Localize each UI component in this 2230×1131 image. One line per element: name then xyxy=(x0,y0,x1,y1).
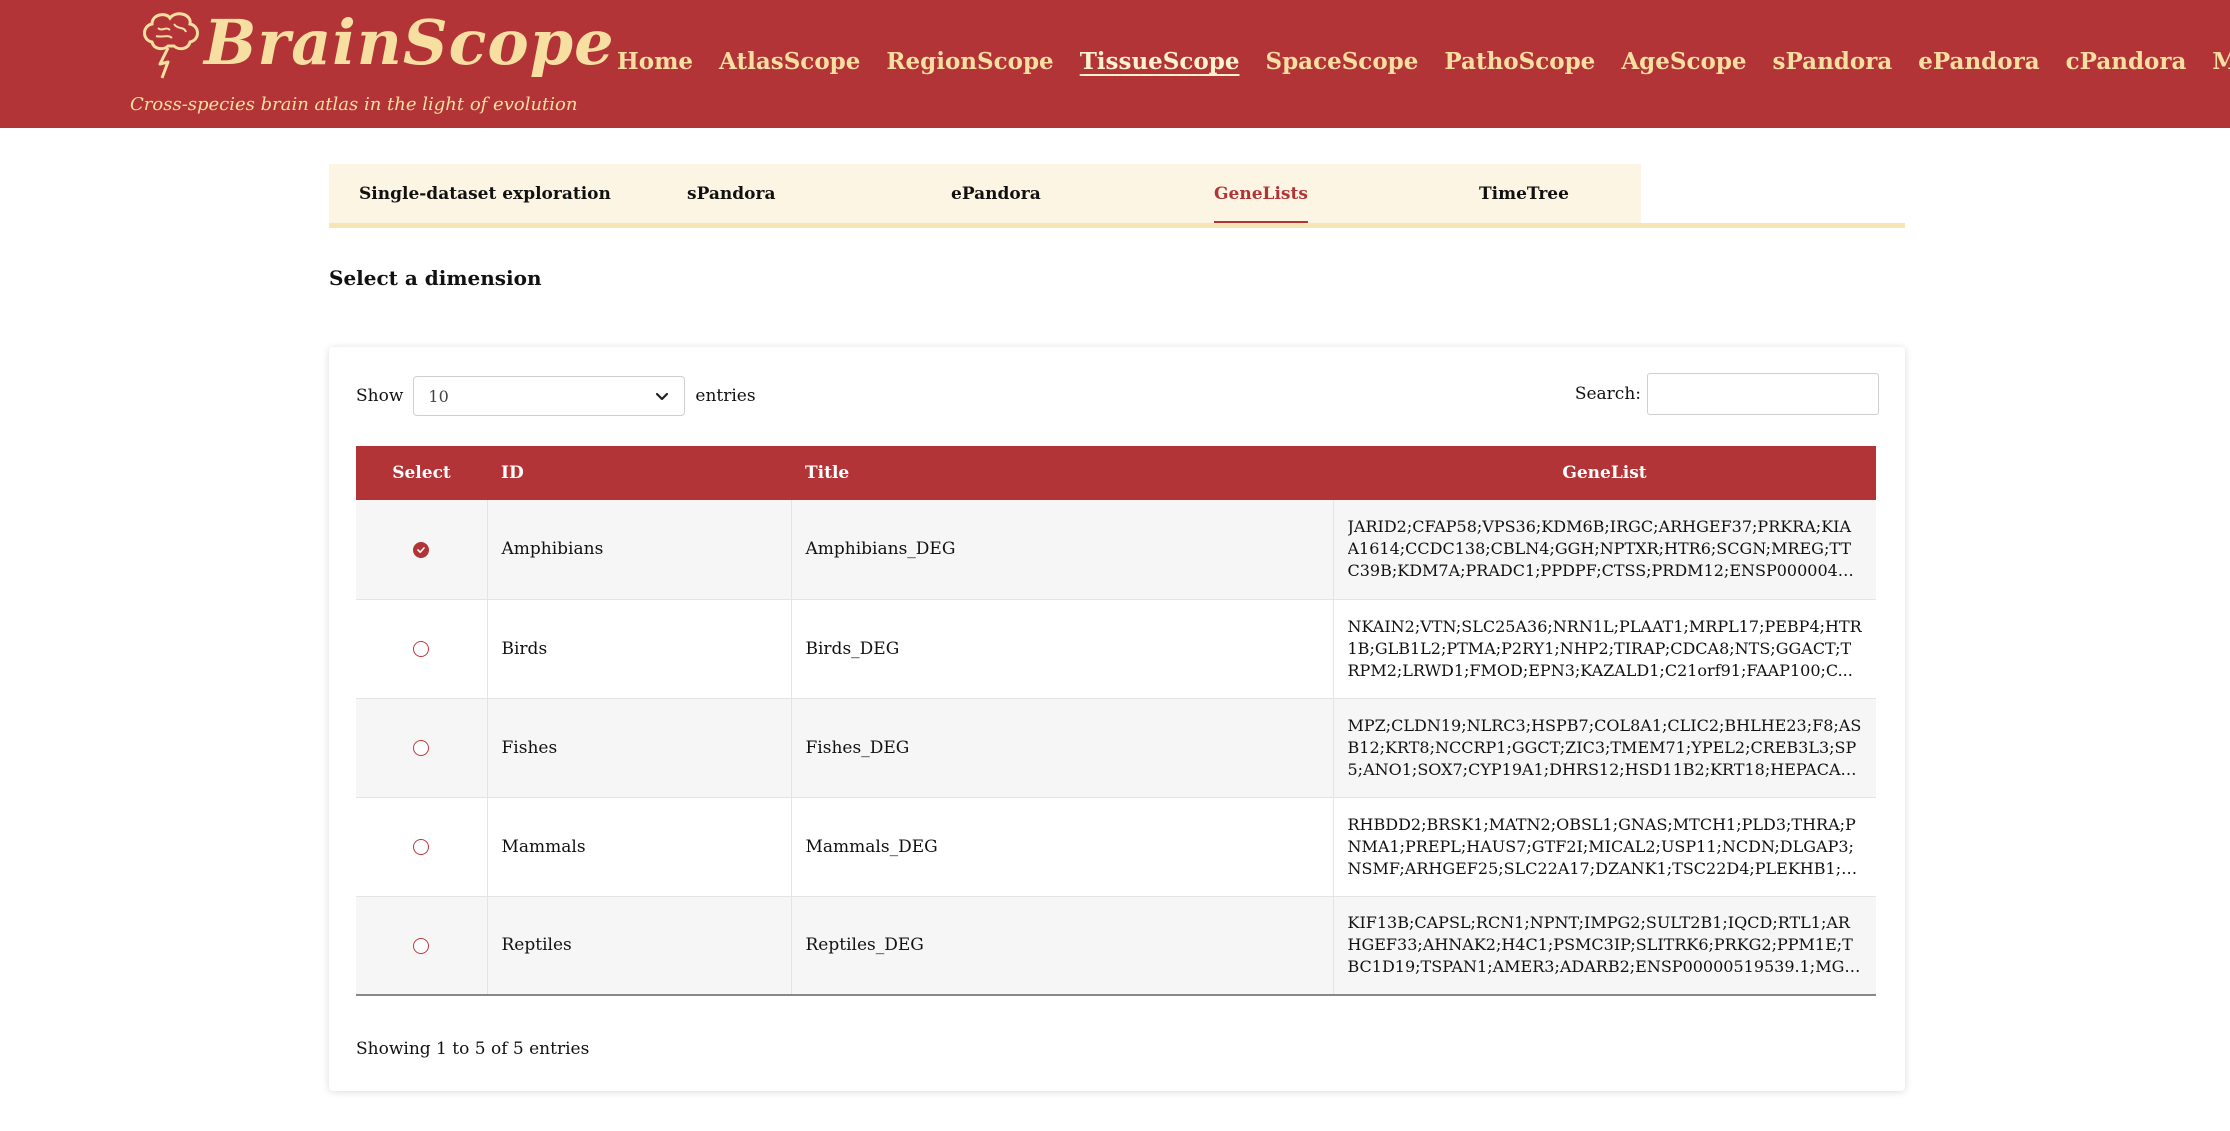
search-control: Search: xyxy=(1575,373,1879,415)
radio-unchecked[interactable] xyxy=(413,937,430,954)
length-control: Show 10 entries xyxy=(356,375,756,417)
tab-spandora[interactable]: sPandora xyxy=(687,164,775,224)
nav-atlasscope[interactable]: AtlasScope xyxy=(719,48,860,75)
genelist-cell-text: MPZ;CLDN19;NLRC3;HSPB7;COL8A1;CLIC2;BHLH… xyxy=(1347,715,1862,779)
table-row[interactable]: Birds Birds_DEG NKAIN2;VTN;SLC25A36;NRN1L;… xyxy=(356,599,1876,699)
nav-agescope[interactable]: AgeScope xyxy=(1621,48,1746,75)
id-cell: Reptiles xyxy=(486,896,791,996)
genelist-cell: RHBDD2;BRSK1;MATN2;OBSL1;GNAS;MTCH1;PLD3… xyxy=(1332,797,1876,897)
nav-spandora[interactable]: sPandora xyxy=(1773,48,1893,75)
table-row[interactable]: Mammals Mammals_DEG RHBDD2;BRSK1;MATN2;OBS… xyxy=(356,797,1876,897)
chevron-down-icon xyxy=(656,392,669,401)
table-header-row: Select ID Title GeneList xyxy=(356,446,1876,500)
brain-icon xyxy=(143,12,199,79)
genelist-cell: MPZ;CLDN19;NLRC3;HSPB7;COL8A1;CLIC2;BHLH… xyxy=(1332,698,1876,798)
select-cell xyxy=(356,896,487,996)
genelist-cell-text: KIF13B;CAPSL;RCN1;NPNT;IMPG2;SULT2B1;IQC… xyxy=(1347,913,1861,977)
search-input[interactable] xyxy=(1647,373,1879,415)
genelist-cell: NKAIN2;VTN;SLC25A36;NRN1L;PLAAT1;MRPL17;… xyxy=(1332,599,1876,699)
nav-more[interactable]: More xyxy=(2212,48,2230,75)
radio-unchecked[interactable] xyxy=(413,641,430,657)
id-cell: Fishes xyxy=(486,698,791,798)
search-label: Search: xyxy=(1574,384,1641,404)
show-label: Show xyxy=(356,386,404,406)
table-row[interactable]: Fishes Fishes_DEG MPZ;CLDN19;NLRC3;HSPB7;C… xyxy=(356,698,1876,798)
radio-unchecked[interactable] xyxy=(413,740,430,756)
tab-genelists[interactable]: GeneLists xyxy=(1214,164,1308,224)
genelist-table: Select ID Title GeneList Amphibians Amphi… xyxy=(356,446,1876,996)
id-cell: Mammals xyxy=(486,797,791,897)
genelist-cell: KIF13B;CAPSL;RCN1;NPNT;IMPG2;SULT2B1;IQC… xyxy=(1332,896,1876,996)
column-header-genelist[interactable]: GeneList xyxy=(1333,446,1876,500)
dimension-heading: Select a dimension xyxy=(329,266,542,290)
tab-epandora[interactable]: ePandora xyxy=(951,164,1041,224)
select-cell xyxy=(356,698,487,798)
id-cell: Amphibians xyxy=(486,500,791,600)
column-header-select[interactable]: Select xyxy=(356,446,487,500)
radio-unchecked[interactable] xyxy=(413,839,430,855)
id-cell: Birds xyxy=(486,599,791,699)
tab-timetree[interactable]: TimeTree xyxy=(1479,164,1569,224)
entries-select[interactable]: 10 xyxy=(413,376,686,416)
main-nav: Home AtlasScope RegionScope TissueScope Spac… xyxy=(617,48,2230,75)
title-cell: Amphibians_DEG xyxy=(790,500,1333,600)
sub-tabs: Single-dataset exploration sPandora ePando… xyxy=(329,164,1641,224)
table-row[interactable]: Amphibians Amphibians_DEG JARID2;CFAP58;VP… xyxy=(356,500,1876,600)
select-cell xyxy=(356,599,487,699)
radio-checked[interactable] xyxy=(413,541,430,558)
entries-label: entries xyxy=(695,386,756,406)
select-cell xyxy=(356,500,487,600)
nav-spacescope[interactable]: SpaceScope xyxy=(1265,48,1418,75)
genelist-table-card: Show 10 entries Search: Select ID Title … xyxy=(329,347,1905,1091)
nav-regionscope[interactable]: RegionScope xyxy=(886,48,1053,75)
nav-tissuescope[interactable]: TissueScope xyxy=(1080,48,1240,75)
genelist-cell-text: JARID2;CFAP58;VPS36;KDM6B;IRGC;ARHGEF37;… xyxy=(1347,517,1859,581)
title-cell: Birds_DEG xyxy=(790,599,1333,699)
check-icon xyxy=(417,546,426,553)
sub-tabs-underline xyxy=(329,223,1905,228)
title-cell: Fishes_DEG xyxy=(790,698,1333,798)
title-cell: Mammals_DEG xyxy=(790,797,1333,897)
nav-home[interactable]: Home xyxy=(617,48,693,75)
entries-select-value: 10 xyxy=(428,387,449,406)
column-header-id[interactable]: ID xyxy=(487,446,791,500)
tab-single-dataset-exploration[interactable]: Single-dataset exploration xyxy=(359,164,611,224)
nav-epandora[interactable]: ePandora xyxy=(1918,48,2039,75)
genelist-cell-text: NKAIN2;VTN;SLC25A36;NRN1L;PLAAT1;MRPL17;… xyxy=(1347,616,1862,680)
brand-logo[interactable]: BrainScope Cross-species brain atlas in … xyxy=(130,0,614,128)
column-header-title[interactable]: Title xyxy=(791,446,1333,500)
genelist-cell: JARID2;CFAP58;VPS36;KDM6B;IRGC;ARHGEF37;… xyxy=(1332,500,1876,600)
nav-pathoscope[interactable]: PathoScope xyxy=(1444,48,1595,75)
table-row[interactable]: Reptiles Reptiles_DEG KIF13B;CAPSL;RCN1;NP… xyxy=(356,896,1876,996)
brand-subtitle: Cross-species brain atlas in the light o… xyxy=(130,94,578,115)
nav-cpandora[interactable]: cPandora xyxy=(2066,48,2187,75)
table-info: Showing 1 to 5 of 5 entries xyxy=(356,1039,590,1059)
top-navbar: BrainScope Cross-species brain atlas in … xyxy=(0,0,2230,128)
select-cell xyxy=(356,797,487,897)
brand-title: BrainScope xyxy=(204,6,615,79)
genelist-cell-text: RHBDD2;BRSK1;MATN2;OBSL1;GNAS;MTCH1;PLD3… xyxy=(1347,814,1856,878)
title-cell: Reptiles_DEG xyxy=(790,896,1333,996)
